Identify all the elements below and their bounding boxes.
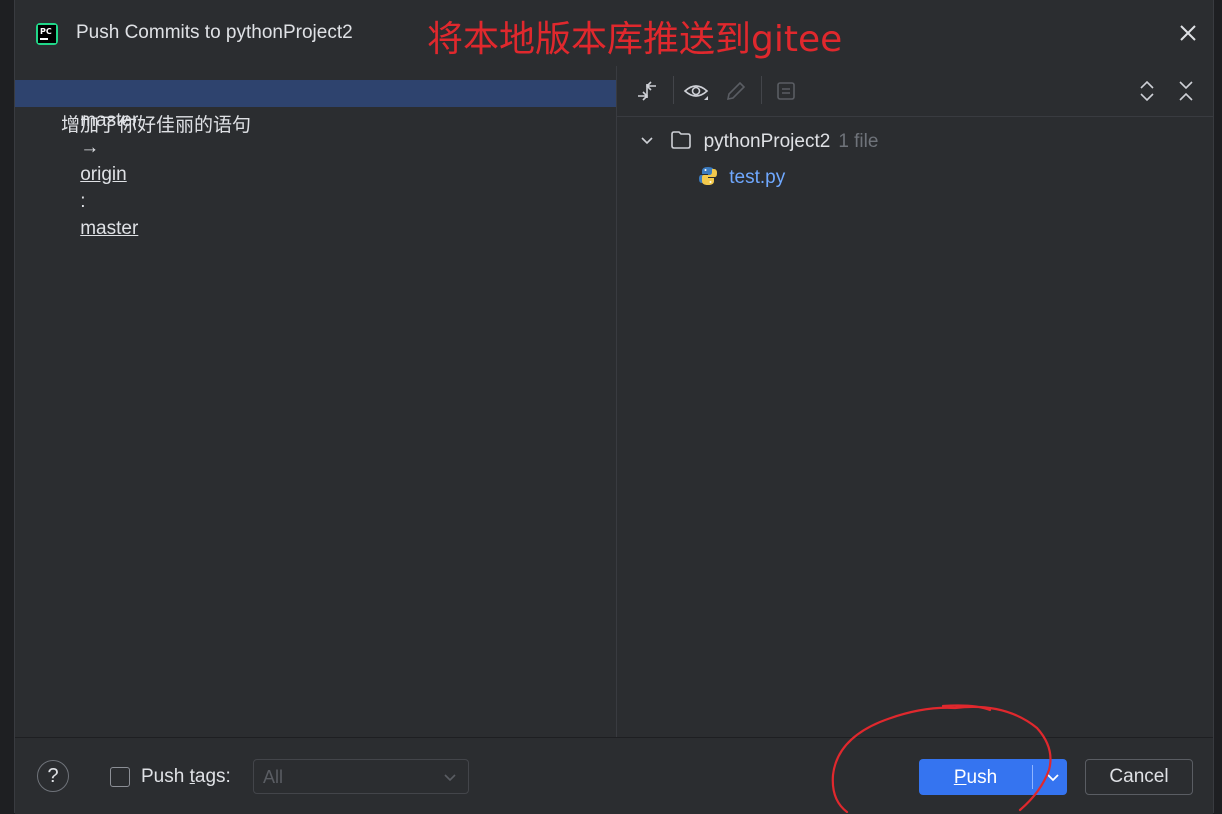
push-label-mnemonic: P	[953, 767, 967, 788]
tree-file-row[interactable]: test.py	[697, 165, 785, 191]
commits-pane: master → origin : master 增加了你好佳丽的语句	[15, 66, 616, 737]
branch-mapping: master → origin : master	[38, 80, 138, 269]
separator: :	[80, 191, 86, 212]
dialog-footer: ? Push tags: All Push Cancel	[15, 737, 1213, 814]
push-tags-label[interactable]: Push tags:	[141, 766, 231, 788]
file-name: test.py	[729, 167, 786, 188]
push-tags-checkbox[interactable]	[110, 767, 130, 787]
branch-row[interactable]: master → origin : master	[15, 80, 616, 239]
push-label-rest: ush	[966, 767, 998, 788]
chevron-down-icon[interactable]	[1045, 769, 1061, 785]
changes-pane: pythonProject2 1 file test.py	[617, 66, 1213, 737]
python-file-icon	[699, 167, 717, 185]
compare-icon[interactable]	[634, 78, 660, 104]
toolbar-separator	[673, 76, 674, 104]
close-icon[interactable]	[1177, 22, 1199, 44]
folder-name: pythonProject2	[703, 131, 831, 152]
expand-all-icon[interactable]	[1134, 78, 1160, 104]
help-button[interactable]: ?	[37, 760, 69, 792]
push-dialog: PC Push Commits to pythonProject2 将本地版本库…	[14, 0, 1214, 814]
pycharm-logo-icon: PC	[36, 23, 58, 45]
cancel-button[interactable]: Cancel	[1085, 759, 1193, 795]
svg-text:PC: PC	[40, 27, 52, 36]
remote-branch-link[interactable]: master	[80, 218, 138, 239]
tree-folder-row[interactable]: pythonProject2 1 file	[639, 129, 878, 155]
edit-icon[interactable]	[723, 78, 749, 104]
annotation-text: 将本地版本库推送到gitee	[427, 19, 843, 60]
folder-icon	[671, 131, 692, 149]
push-tags-label-pre: Push	[141, 766, 190, 787]
window-title: Push Commits to pythonProject2	[76, 22, 353, 43]
toolbar-separator	[761, 76, 762, 104]
arrow-glyph: →	[80, 137, 100, 158]
tags-select-value: All	[263, 767, 284, 787]
eye-icon[interactable]	[683, 78, 709, 104]
chevron-down-icon[interactable]	[639, 133, 655, 149]
document-icon[interactable]	[773, 78, 799, 104]
remote-link[interactable]: origin	[80, 164, 126, 185]
changes-toolbar	[617, 66, 1213, 117]
tags-select[interactable]: All	[253, 759, 469, 794]
push-button[interactable]: Push	[919, 759, 1067, 795]
commit-message[interactable]: 增加了你好佳丽的语句	[61, 110, 251, 137]
collapse-all-icon[interactable]	[1173, 78, 1199, 104]
title-bar: PC Push Commits to pythonProject2 将本地版本库…	[15, 0, 1213, 66]
push-button-divider	[1032, 765, 1033, 789]
chevron-down-icon	[444, 774, 456, 782]
folder-file-count: 1 file	[838, 131, 879, 152]
push-tags-label-post: ags:	[194, 766, 231, 787]
push-button-label: Push	[919, 767, 1032, 789]
